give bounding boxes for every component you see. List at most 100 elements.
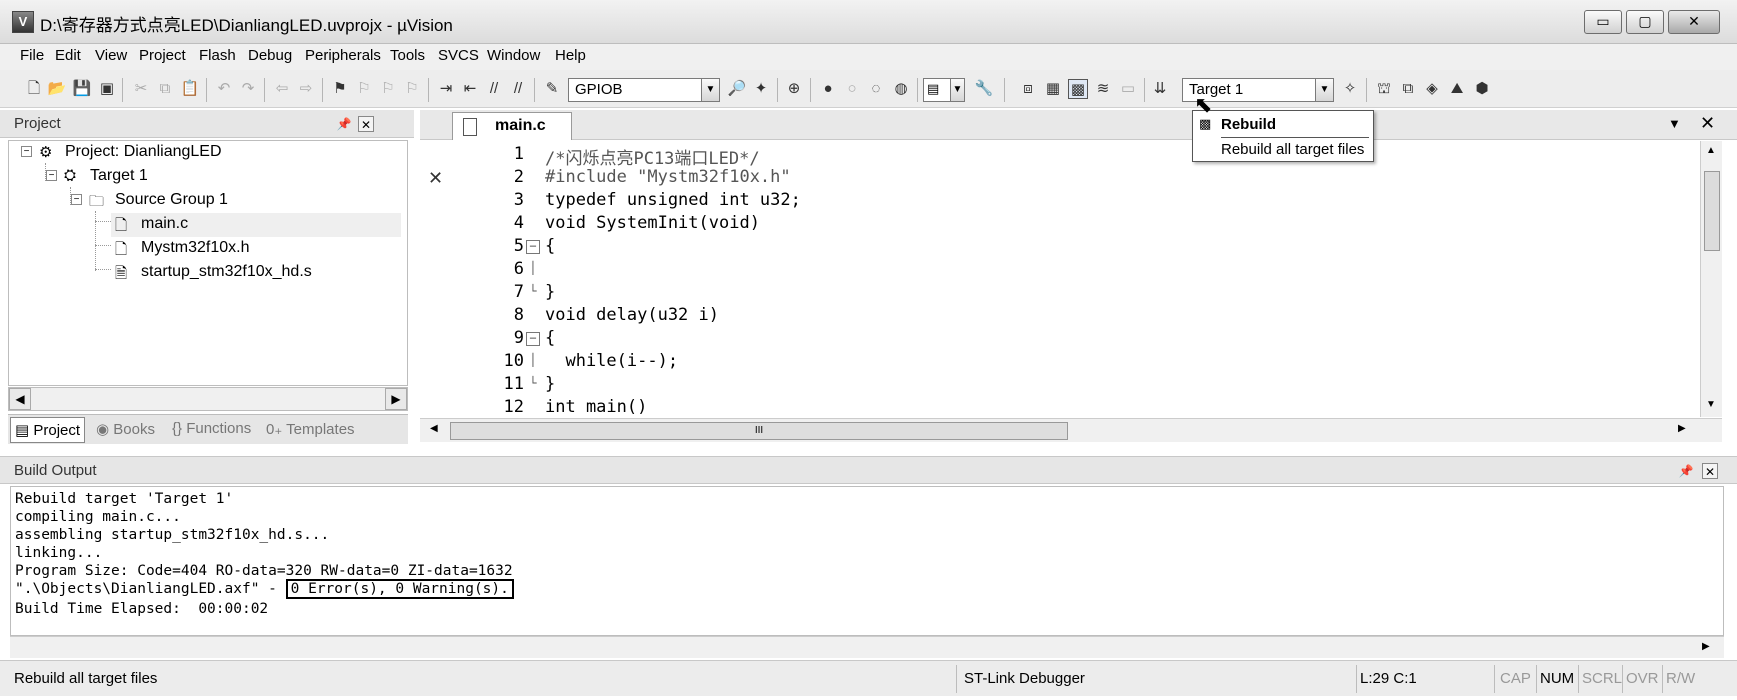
menu-window[interactable]: Window (487, 47, 540, 64)
minimize-button[interactable]: ▭ (1584, 10, 1622, 34)
code-line[interactable]: 12 int main() (420, 397, 1700, 417)
menu-peripherals[interactable]: Peripherals (305, 47, 381, 64)
chevron-down-icon[interactable]: ▼ (1315, 79, 1333, 101)
scroll-left-icon[interactable]: ◀ (430, 423, 438, 434)
build-icon[interactable]: ▦ (1043, 79, 1063, 99)
kill-breakpoints-icon[interactable]: ◍ (891, 79, 911, 99)
pack-installer-icon[interactable]: ⛰ (1447, 79, 1467, 99)
download-load-icon[interactable]: ⇊ (1150, 79, 1170, 99)
collapse-icon[interactable]: − (21, 146, 32, 157)
code-line[interactable]: 11 └ } (420, 374, 1700, 397)
code-line[interactable]: 3 typedef unsigned int u32; (420, 190, 1700, 213)
next-bookmark-icon[interactable]: ⚐ (378, 79, 398, 99)
zoom-find-icon[interactable]: ⊕ (784, 79, 804, 99)
tab-functions[interactable]: {} Functions (168, 417, 255, 443)
scroll-left-icon[interactable]: ◀ (9, 388, 31, 410)
build-output-area[interactable]: Rebuild target 'Target 1' compiling main… (10, 486, 1724, 636)
collapse-icon[interactable]: − (71, 194, 82, 205)
start-debug-icon[interactable]: ● (818, 79, 838, 99)
target-options-icon[interactable]: ✧ (1340, 79, 1360, 99)
tree-item-file[interactable]: 🗋 main.c (111, 213, 401, 237)
tree-item-project[interactable]: − ⚙ Project: DianliangLED (21, 141, 401, 165)
menu-project[interactable]: Project (139, 47, 186, 64)
paste-icon[interactable]: 📋 (180, 79, 200, 99)
breakpoint-icon[interactable]: ○ (842, 79, 862, 99)
clear-bookmarks-icon[interactable]: ⚐ (402, 79, 422, 99)
undo-icon[interactable]: ↶ (214, 79, 234, 99)
prev-bookmark-icon[interactable]: ⚐ (354, 79, 374, 99)
code-line[interactable]: 1 /*闪烁点亮PC13端口LED*/ (420, 144, 1700, 169)
incremental-find-icon[interactable]: ✦ (751, 79, 771, 99)
uncomment-icon[interactable]: // (508, 79, 528, 99)
code-line[interactable]: 4 void SystemInit(void) (420, 213, 1700, 236)
save-icon[interactable]: 💾 (72, 79, 92, 99)
menu-edit[interactable]: Edit (55, 47, 81, 64)
indent-icon[interactable]: ⇥ (436, 79, 456, 99)
tree-item-source-group[interactable]: − 🗀 Source Group 1 (71, 189, 401, 213)
scroll-right-icon[interactable]: ▶ (1702, 641, 1710, 652)
tab-list-dropdown-icon[interactable]: ▼ (1668, 116, 1681, 131)
chevron-down-icon[interactable]: ▼ (701, 79, 719, 101)
fold-collapse-icon[interactable]: − (526, 240, 540, 254)
configure-icon[interactable]: 🔧 (974, 79, 994, 99)
translate-icon[interactable]: ⧈ (1018, 79, 1038, 99)
pin-icon[interactable]: 📌 (1678, 463, 1694, 479)
new-file-icon[interactable]: 🗋 (24, 79, 44, 99)
manage-project-items-icon[interactable]: ⛫ (1374, 79, 1394, 99)
uvision-app-icon[interactable]: V (12, 11, 34, 33)
menu-flash[interactable]: Flash (199, 47, 236, 64)
bookmark-icon[interactable]: ⚑ (330, 79, 350, 99)
tab-templates[interactable]: 0₊ Templates (262, 417, 359, 443)
close-editor-icon[interactable]: ✕ (1700, 113, 1715, 134)
window-layout-button[interactable]: ▤ ▼ (923, 78, 965, 102)
tree-item-file[interactable]: 🗎 startup_stm32f10x_hd.s (111, 261, 401, 285)
code-line[interactable]: 2 #include "Mystm32f10x.h" (420, 167, 1700, 190)
navigate-forward-icon[interactable]: ⇨ (296, 79, 316, 99)
stop-build-icon[interactable]: ▭ (1118, 79, 1138, 99)
open-file-icon[interactable]: 📂 (47, 79, 67, 99)
find-icon[interactable]: 🔎 (727, 79, 747, 99)
tab-books[interactable]: ◉ Books (92, 417, 159, 443)
copy-icon[interactable]: ⧉ (155, 79, 175, 99)
tab-project[interactable]: ▤ Project (10, 417, 86, 443)
rebuild-icon[interactable]: ▩ (1068, 79, 1088, 99)
unindent-icon[interactable]: ⇤ (460, 79, 480, 99)
code-line[interactable]: 7 └ } (420, 282, 1700, 305)
batch-build-icon[interactable]: ≋ (1093, 79, 1113, 99)
menu-view[interactable]: View (95, 47, 127, 64)
scroll-right-icon[interactable]: ▶ (385, 388, 407, 410)
comment-icon[interactable]: // (484, 79, 504, 99)
scroll-right-icon[interactable]: ▶ (1678, 423, 1686, 434)
software-packs-icon[interactable]: ⬢ (1472, 79, 1492, 99)
code-line[interactable]: 8 void delay(u32 i) (420, 305, 1700, 328)
code-line[interactable]: 6 │ (420, 259, 1700, 282)
navigate-back-icon[interactable]: ⇦ (272, 79, 292, 99)
close-button[interactable]: ✕ (1668, 10, 1720, 34)
scroll-down-icon[interactable]: ▼ (1706, 399, 1716, 410)
editor-vscroll[interactable]: ▲ ▼ (1700, 141, 1722, 417)
vscroll-thumb[interactable] (1704, 171, 1720, 251)
output-hscroll[interactable]: ▶ (10, 636, 1724, 658)
fold-collapse-icon[interactable]: − (526, 332, 540, 346)
chevron-down-icon[interactable]: ▼ (950, 79, 964, 101)
hscroll-thumb[interactable]: III (450, 422, 1068, 440)
code-line[interactable]: 10 │ while(i--); (420, 351, 1700, 374)
editor-hscroll[interactable]: ◀ III ▶ (420, 418, 1722, 442)
manage-rte-icon[interactable]: ◈ (1422, 79, 1442, 99)
code-line[interactable]: 9 − { (420, 328, 1700, 351)
tab-main-c[interactable]: main.c (452, 112, 572, 140)
tree-item-file[interactable]: 🗋 Mystm32f10x.h (111, 237, 401, 261)
pin-icon[interactable]: 📌 (336, 116, 352, 132)
close-panel-icon[interactable]: ✕ (358, 116, 374, 132)
find-combo[interactable]: GPIOB ▼ (568, 78, 720, 102)
menu-svcs[interactable]: SVCS (438, 47, 479, 64)
code-line[interactable]: 5 − { (420, 236, 1700, 259)
cut-icon[interactable]: ✂ (131, 79, 151, 99)
find-in-files-icon[interactable]: ✎ (542, 79, 562, 99)
menu-debug[interactable]: Debug (248, 47, 292, 64)
select-packs-icon[interactable]: ⧉ (1398, 79, 1418, 99)
redo-icon[interactable]: ↷ (238, 79, 258, 99)
collapse-icon[interactable]: − (46, 170, 57, 181)
disable-breakpoint-icon[interactable]: ◌ (866, 79, 886, 99)
scroll-up-icon[interactable]: ▲ (1706, 145, 1716, 156)
